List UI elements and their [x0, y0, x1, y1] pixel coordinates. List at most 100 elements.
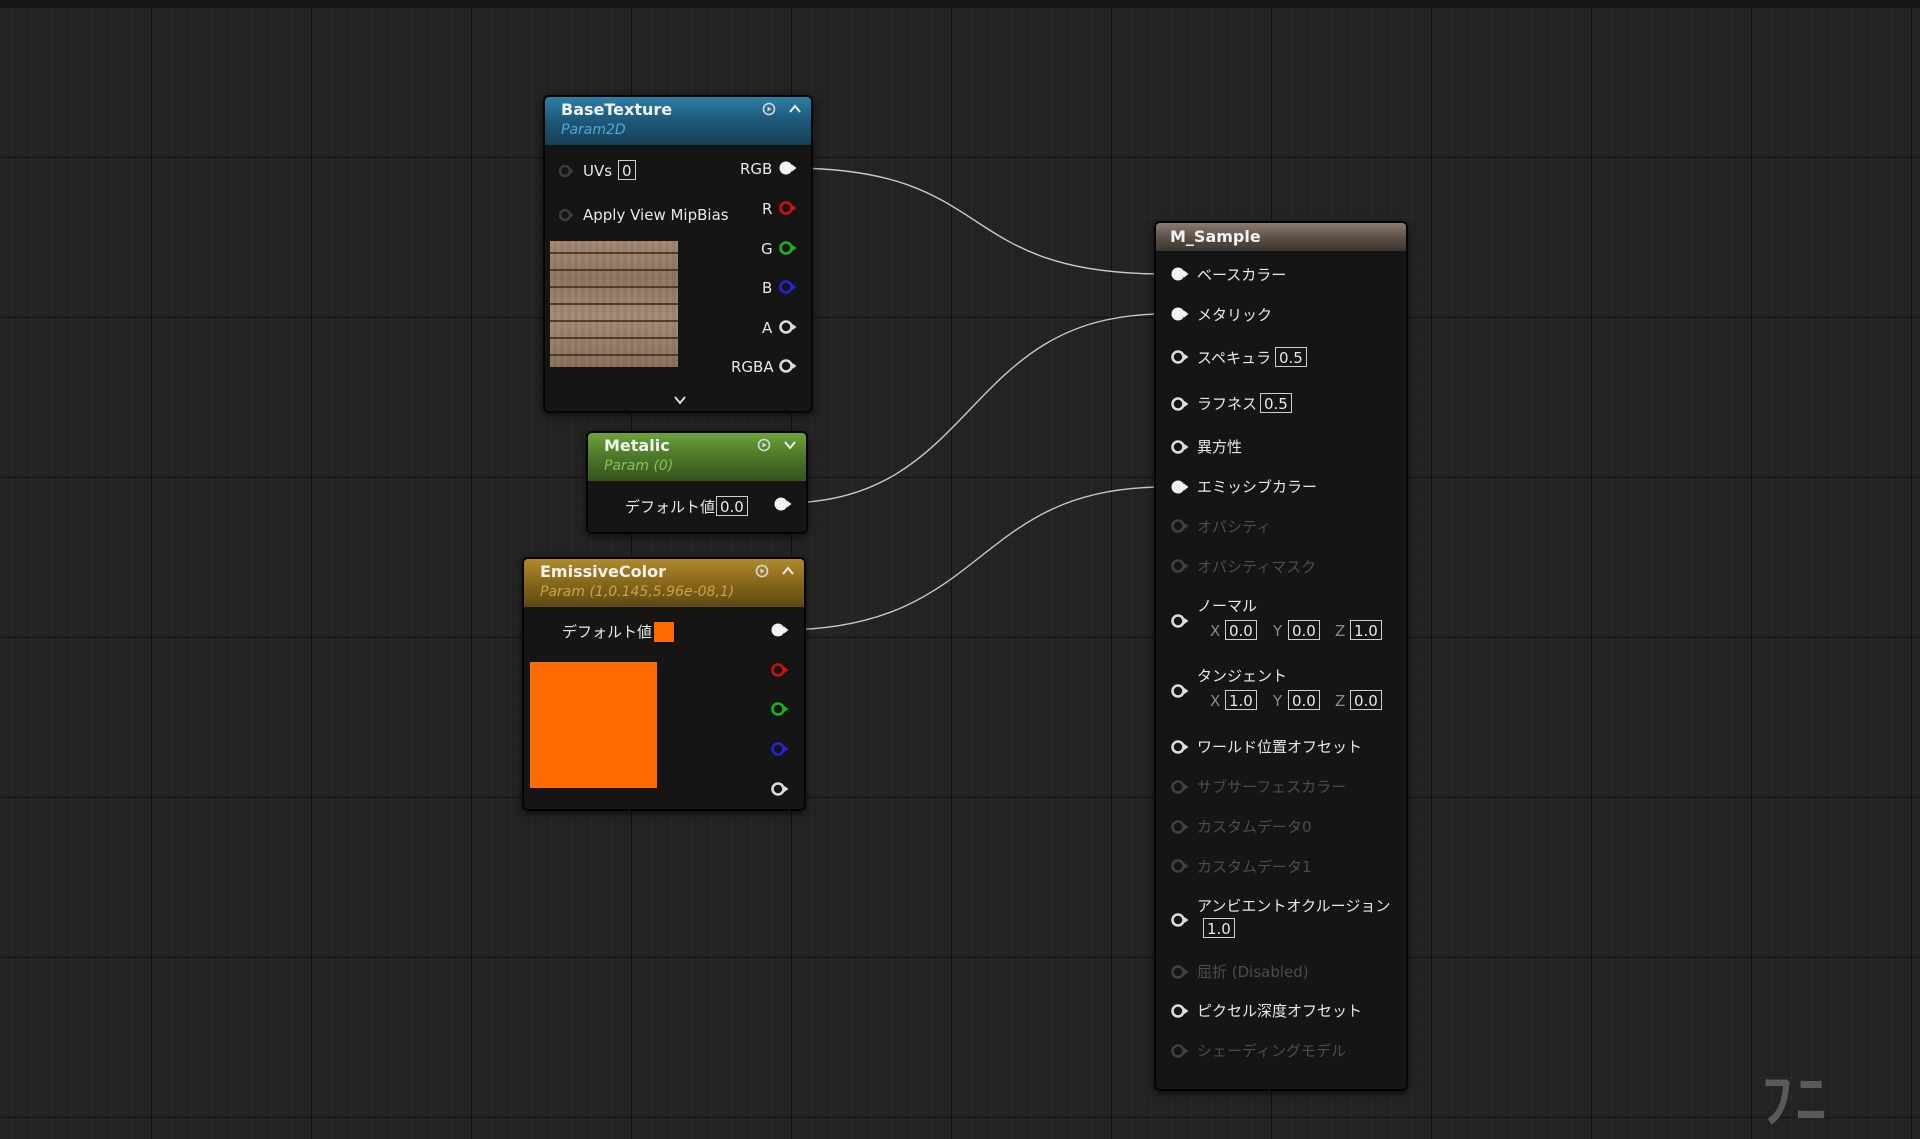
metalic-header[interactable]: Metalic Param (0): [588, 433, 806, 481]
base-color-label: ベースカラー: [1197, 266, 1287, 284]
subsurface-color-input-pin[interactable]: [1170, 777, 1190, 797]
normal-x-field[interactable]: 0.0: [1225, 620, 1257, 640]
subsurface-color-label: サブサーフェスカラー: [1197, 778, 1347, 796]
metalic-node[interactable]: Metalic Param (0): [586, 431, 808, 534]
node-title: M_Sample: [1170, 227, 1261, 246]
opacity-mask-input-pin[interactable]: [1170, 556, 1190, 576]
custom-data-1-input-pin[interactable]: [1170, 856, 1190, 876]
watermark-logo: ﾌﾆ: [1762, 1066, 1830, 1136]
wire-metalic-to-metallic[interactable]: [782, 313, 1165, 504]
refraction-label: 屈折 (Disabled): [1197, 963, 1309, 981]
preview-play-icon[interactable]: [761, 101, 777, 117]
normal-z-axis-label: Z: [1335, 622, 1346, 640]
rgba-output-pin[interactable]: [778, 356, 798, 376]
specular-label: スペキュラ: [1197, 349, 1271, 367]
node-title: BaseTexture: [561, 100, 673, 119]
world-position-offset-input-pin[interactable]: [1170, 737, 1190, 757]
wire-rgb-to-base-color[interactable]: [789, 167, 1165, 275]
ambient-occlusion-input-pin[interactable]: [1170, 910, 1190, 930]
wood-texture-thumbnail: [550, 241, 678, 367]
b-output-pin[interactable]: [778, 277, 798, 297]
r-output-pin[interactable]: [778, 198, 798, 218]
emissive-r-output-pin[interactable]: [770, 660, 790, 680]
tangent-input-pin[interactable]: [1170, 681, 1190, 701]
roughness-value-field[interactable]: 0.5: [1260, 393, 1292, 413]
a-output-label: A: [762, 319, 773, 337]
tangent-x-axis-label: X: [1210, 692, 1221, 710]
preview-play-icon[interactable]: [756, 437, 772, 453]
refraction-input-pin[interactable]: [1170, 962, 1190, 982]
custom-data-0-input-pin[interactable]: [1170, 817, 1190, 837]
node-subtitle: Param (0): [604, 458, 674, 474]
chevron-up-icon[interactable]: [787, 101, 803, 117]
r-output-label: R: [762, 200, 773, 218]
custom-data-0-label: カスタムデータ0: [1197, 818, 1312, 836]
shading-model-input-pin[interactable]: [1170, 1041, 1190, 1061]
specular-value-field[interactable]: 0.5: [1275, 347, 1307, 367]
uvs-label: UVs: [583, 162, 613, 180]
chevron-down-icon[interactable]: [782, 437, 798, 453]
metalic-default-value-field[interactable]: 0.0: [716, 496, 748, 516]
emissive-color-preview: [530, 662, 657, 788]
emissive-color-picker-swatch[interactable]: [653, 621, 675, 643]
preview-play-icon[interactable]: [754, 563, 770, 579]
anisotropy-label: 異方性: [1197, 438, 1243, 456]
chevron-up-icon[interactable]: [780, 563, 796, 579]
metalic-output-pin[interactable]: [773, 494, 793, 514]
world-position-offset-label: ワールド位置オフセット: [1197, 738, 1363, 756]
tangent-z-field[interactable]: 0.0: [1350, 690, 1382, 710]
metallic-label: メタリック: [1197, 306, 1273, 324]
pixel-depth-offset-input-pin[interactable]: [1170, 1001, 1190, 1021]
emissive-color-input-pin[interactable]: [1170, 477, 1190, 497]
opacity-label: オパシティ: [1197, 518, 1272, 536]
mipbias-input-pin[interactable]: [555, 205, 575, 225]
opacity-mask-label: オパシティマスク: [1197, 558, 1317, 576]
normal-y-axis-label: Y: [1273, 622, 1283, 640]
emissive-color-header[interactable]: EmissiveColor Param (1,0.145,5.96e-08,1): [524, 559, 804, 607]
ambient-occlusion-label: アンビエントオクルージョン: [1197, 897, 1391, 915]
custom-data-1-label: カスタムデータ1: [1197, 858, 1312, 876]
normal-x-axis-label: X: [1210, 622, 1221, 640]
a-output-pin[interactable]: [778, 317, 798, 337]
normal-y-field[interactable]: 0.0: [1288, 620, 1320, 640]
g-output-label: G: [761, 240, 773, 258]
uvs-input-pin[interactable]: [555, 161, 575, 181]
metallic-input-pin[interactable]: [1170, 304, 1190, 324]
normal-z-field[interactable]: 1.0: [1350, 620, 1382, 640]
roughness-label: ラフネス: [1197, 395, 1258, 413]
connection-wires: [780, 167, 1165, 631]
tangent-z-axis-label: Z: [1335, 692, 1346, 710]
uvs-value-field[interactable]: 0: [618, 160, 636, 180]
anisotropy-input-pin[interactable]: [1170, 437, 1190, 457]
b-output-label: B: [762, 279, 773, 297]
emissive-a-output-pin[interactable]: [770, 779, 790, 799]
chevron-down-icon[interactable]: [672, 392, 688, 408]
tangent-label: タンジェント: [1197, 667, 1288, 685]
base-color-input-pin[interactable]: [1170, 264, 1190, 284]
emissive-g-output-pin[interactable]: [770, 699, 790, 719]
emissive-b-output-pin[interactable]: [770, 739, 790, 759]
opacity-input-pin[interactable]: [1170, 516, 1190, 536]
specular-input-pin[interactable]: [1170, 347, 1190, 367]
mipbias-label: Apply View MipBias: [583, 206, 729, 224]
metalic-default-label: デフォルト値: [625, 498, 716, 516]
g-output-pin[interactable]: [778, 238, 798, 258]
node-subtitle: Param2D: [561, 122, 626, 138]
rgb-output-pin[interactable]: [778, 158, 798, 178]
ambient-occlusion-value-field[interactable]: 1.0: [1203, 918, 1235, 938]
emissive-default-label: デフォルト値: [562, 623, 653, 641]
tangent-x-field[interactable]: 1.0: [1225, 690, 1257, 710]
normal-input-pin[interactable]: [1170, 611, 1190, 631]
tangent-y-field[interactable]: 0.0: [1288, 690, 1320, 710]
wire-emissive-to-emissive-color[interactable]: [780, 486, 1165, 631]
roughness-input-pin[interactable]: [1170, 394, 1190, 414]
node-subtitle: Param (1,0.145,5.96e-08,1): [540, 584, 735, 600]
normal-label: ノーマル: [1197, 597, 1258, 615]
material-header[interactable]: M_Sample: [1156, 223, 1406, 251]
rgb-output-label: RGB: [740, 160, 773, 178]
emissive-color-label: エミッシブカラー: [1197, 478, 1318, 496]
pixel-depth-offset-label: ピクセル深度オフセット: [1197, 1002, 1363, 1020]
base-texture-header[interactable]: BaseTexture Param2D: [545, 97, 811, 145]
tangent-y-axis-label: Y: [1273, 692, 1283, 710]
emissive-output-pin[interactable]: [770, 620, 790, 640]
